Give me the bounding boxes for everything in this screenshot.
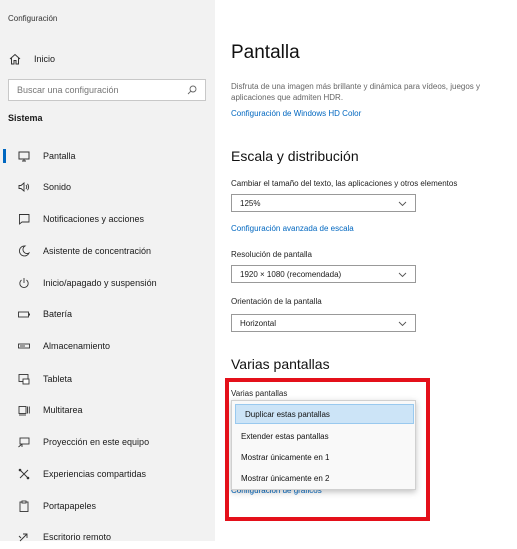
- sidebar-item-sonido[interactable]: Sonido: [0, 175, 215, 199]
- sidebar-item-inicio-apagado[interactable]: Inicio/apagado y suspensión: [0, 271, 215, 295]
- sidebar-item-portapapeles[interactable]: Portapapeles: [0, 494, 215, 518]
- section-title: Sistema: [8, 113, 43, 123]
- sidebar-item-almacenamiento[interactable]: Almacenamiento: [0, 334, 215, 358]
- speaker-icon: [17, 180, 31, 194]
- home-label: Inicio: [34, 54, 56, 64]
- hdr-description: Disfruta de una imagen más brillante y d…: [231, 82, 481, 102]
- orientation-value: Horizontal: [240, 318, 277, 328]
- sidebar-item-tableta[interactable]: Tableta: [0, 367, 215, 391]
- clipboard-icon: [17, 499, 31, 513]
- sidebar-item-label: Almacenamiento: [43, 341, 111, 351]
- scale-label: Cambiar el tamaño del texto, las aplicac…: [231, 179, 458, 188]
- sidebar-item-label: Asistente de concentración: [43, 246, 152, 256]
- sidebar-item-label: Inicio/apagado y suspensión: [43, 278, 157, 288]
- active-indicator: [3, 149, 6, 163]
- hdr-settings-link[interactable]: Configuración de Windows HD Color: [231, 109, 361, 118]
- page-title: Pantalla: [231, 42, 300, 63]
- shared-icon: [17, 467, 31, 481]
- sidebar-item-experiencias[interactable]: Experiencias compartidas: [0, 462, 215, 486]
- battery-icon: [17, 307, 31, 321]
- moon-icon: [17, 244, 31, 258]
- sidebar-item-label: Pantalla: [43, 151, 76, 161]
- app-title: Configuración: [8, 14, 58, 23]
- advanced-scale-link[interactable]: Configuración avanzada de escala: [231, 224, 354, 233]
- sidebar-item-label: Proyección en este equipo: [43, 437, 150, 447]
- sidebar-item-label: Notificaciones y acciones: [43, 214, 145, 224]
- chevron-down-icon: [398, 320, 407, 327]
- sidebar-item-concentracion[interactable]: Asistente de concentración: [0, 239, 215, 263]
- resolution-label: Resolución de pantalla: [231, 250, 312, 259]
- projection-icon: [17, 435, 31, 449]
- sidebar-item-notificaciones[interactable]: Notificaciones y acciones: [0, 207, 215, 231]
- sidebar-item-label: Batería: [43, 309, 73, 319]
- orientation-label: Orientación de la pantalla: [231, 297, 322, 306]
- settings-search-box[interactable]: [8, 79, 206, 101]
- monitor-icon: [17, 149, 31, 163]
- sidebar-item-multitarea[interactable]: Multitarea: [0, 398, 215, 422]
- resolution-dropdown[interactable]: 1920 × 1080 (recomendada): [231, 265, 416, 283]
- multitask-icon: [17, 403, 31, 417]
- remote-desktop-icon: [17, 530, 31, 544]
- scale-value: 125%: [240, 198, 261, 208]
- storage-icon: [17, 339, 31, 353]
- notification-icon: [17, 212, 31, 226]
- search-input[interactable]: [17, 85, 187, 95]
- chevron-down-icon: [398, 271, 407, 278]
- sidebar-item-escritorio-remoto[interactable]: Escritorio remoto: [0, 525, 215, 549]
- orientation-dropdown[interactable]: Horizontal: [231, 314, 416, 332]
- sidebar-item-label: Portapapeles: [43, 501, 97, 511]
- chevron-down-icon: [398, 200, 407, 207]
- sidebar-item-label: Multitarea: [43, 405, 83, 415]
- scale-dropdown[interactable]: 125%: [231, 194, 416, 212]
- resolution-value: 1920 × 1080 (recomendada): [240, 269, 342, 279]
- sidebar-item-bateria[interactable]: Batería: [0, 302, 215, 326]
- scale-heading: Escala y distribución: [231, 148, 359, 164]
- sidebar-item-label: Experiencias compartidas: [43, 469, 147, 479]
- highlight-box: [225, 378, 430, 521]
- multi-display-heading: Varias pantallas: [231, 356, 330, 372]
- tablet-icon: [17, 372, 31, 386]
- sidebar-item-pantalla[interactable]: Pantalla: [0, 144, 215, 168]
- search-icon[interactable]: [187, 85, 197, 95]
- home-icon: [8, 52, 22, 66]
- sidebar-item-proyeccion[interactable]: Proyección en este equipo: [0, 430, 215, 454]
- power-icon: [17, 276, 31, 290]
- sidebar: Configuración Inicio Sistema Pantalla So…: [0, 0, 215, 542]
- sidebar-item-label: Tableta: [43, 374, 73, 384]
- sidebar-item-label: Sonido: [43, 182, 72, 192]
- home-nav-item[interactable]: Inicio: [8, 50, 55, 68]
